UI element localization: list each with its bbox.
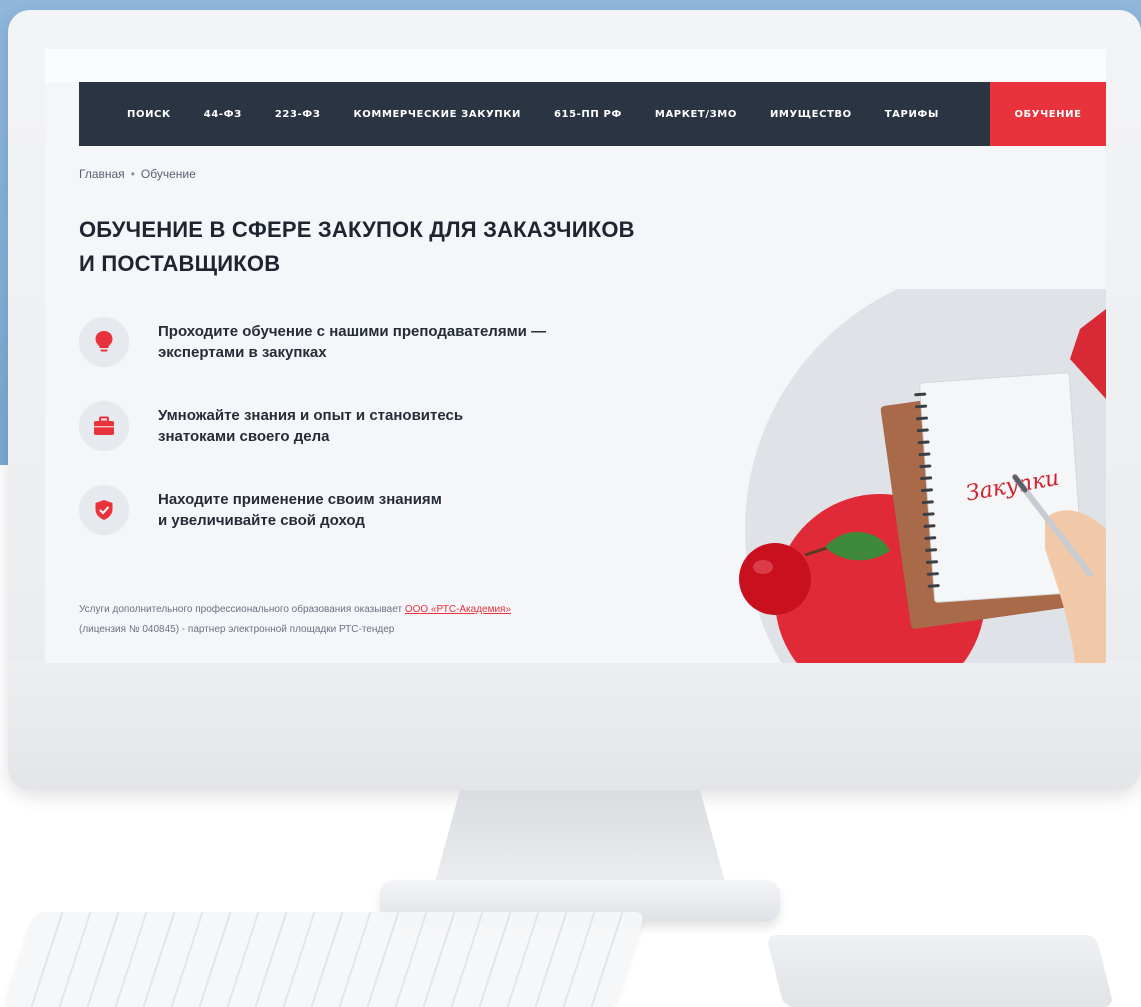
feature-item-teachers: Проходите обучение с нашими преподавател… xyxy=(79,317,639,377)
apple xyxy=(739,543,811,615)
feature-line1: Проходите обучение с нашими преподавател… xyxy=(158,323,547,340)
feature-line2: знатоками своего дела xyxy=(158,428,330,445)
website-screen: ПОИСК 44-ФЗ 223-ФЗ КОММЕРЧЕСКИЕ ЗАКУПКИ … xyxy=(45,49,1106,663)
page-title-line1: ОБУЧЕНИЕ В СФЕРЕ ЗАКУПОК ДЛЯ ЗАКАЗЧИКОВ xyxy=(79,217,635,242)
breadcrumb-separator: • xyxy=(130,167,135,181)
trackpad xyxy=(766,935,1114,1007)
nav-item-search[interactable]: ПОИСК xyxy=(127,109,171,120)
main-navigation: ПОИСК 44-ФЗ 223-ФЗ КОММЕРЧЕСКИЕ ЗАКУПКИ … xyxy=(79,82,1106,146)
breadcrumb: Главная • Обучение xyxy=(79,167,196,181)
feature-icon-circle xyxy=(79,317,129,367)
feature-icon-circle xyxy=(79,485,129,535)
keyboard xyxy=(4,912,646,1007)
shield-check-icon xyxy=(95,500,113,520)
education-illustration: Закупки xyxy=(739,289,1106,663)
breadcrumb-current: Обучение xyxy=(140,167,196,181)
nav-item-property[interactable]: ИМУЩЕСТВО xyxy=(770,109,852,120)
page-title: ОБУЧЕНИЕ В СФЕРЕ ЗАКУПОК ДЛЯ ЗАКАЗЧИКОВ … xyxy=(79,213,679,281)
breadcrumb-home[interactable]: Главная xyxy=(79,167,125,181)
nav-item-education[interactable]: ОБУЧЕНИЕ xyxy=(990,82,1106,146)
nav-item-market[interactable]: МАРКЕТ/ЗМО xyxy=(655,109,737,120)
lightbulb-icon xyxy=(95,331,113,352)
feature-line1: Умножайте знания и опыт и становитесь xyxy=(158,407,464,424)
apple-highlight xyxy=(753,560,773,574)
feature-line1: Находите применение своим знаниям xyxy=(158,491,442,508)
nav-item-commercial[interactable]: КОММЕРЧЕСКИЕ ЗАКУПКИ xyxy=(354,109,521,120)
nav-item-tariffs[interactable]: ТАРИФЫ xyxy=(885,109,939,120)
footnote-text: Услуги дополнительного профессионального… xyxy=(79,604,405,615)
screen-top-bar xyxy=(45,49,1106,82)
feature-text: Проходите обучение с нашими преподавател… xyxy=(158,321,618,363)
feature-line2: и увеличивайте свой доход xyxy=(158,512,365,529)
license-footnote: Услуги дополнительного профессионального… xyxy=(79,600,639,640)
briefcase-icon xyxy=(94,416,114,435)
feature-item-knowledge: Умножайте знания и опыт и становитесь зн… xyxy=(79,401,639,461)
monitor-chin xyxy=(8,660,1141,790)
nav-item-44fz[interactable]: 44-ФЗ xyxy=(204,109,242,120)
feature-text: Умножайте знания и опыт и становитесь зн… xyxy=(158,405,618,447)
nav-item-615pp[interactable]: 615-ПП РФ xyxy=(554,109,622,120)
feature-text: Находите применение своим знаниям и увел… xyxy=(158,489,618,531)
feature-icon-circle xyxy=(79,401,129,451)
page-title-line2: И ПОСТАВЩИКОВ xyxy=(79,251,281,276)
academy-link[interactable]: ООО «РТС-Академия» xyxy=(405,604,511,615)
feature-item-income: Находите применение своим знаниям и увел… xyxy=(79,485,639,545)
nav-item-223fz[interactable]: 223-ФЗ xyxy=(275,109,321,120)
feature-line2: экспертами в закупках xyxy=(158,344,327,361)
footnote-line2: (лицензия № 040845) - партнер электронно… xyxy=(79,624,395,635)
